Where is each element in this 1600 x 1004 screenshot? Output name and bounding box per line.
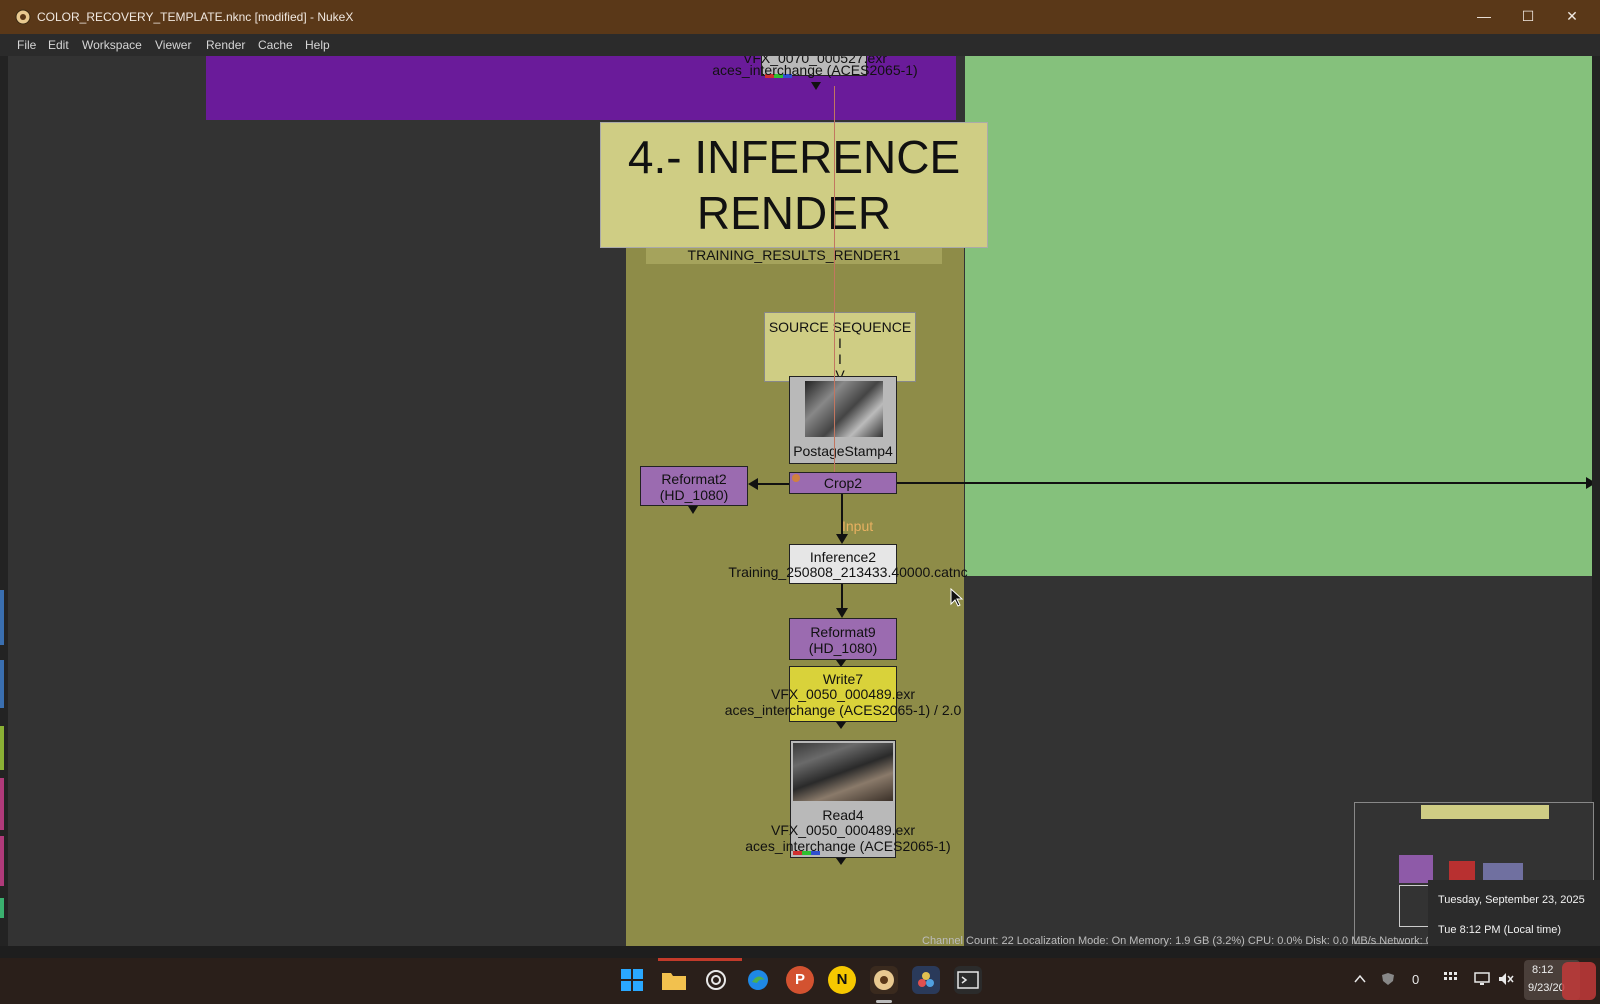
reformat9-format: (HD_1080) xyxy=(808,640,878,656)
tooltip-time: Tue 8:12 PM (Local time) xyxy=(1438,924,1562,936)
pipe-line xyxy=(834,86,835,476)
status-text: Channel Count: 22 Localization Mode: On … xyxy=(922,935,1470,947)
green-backdrop[interactable] xyxy=(965,56,1592,576)
postagestamp-label: PostageStamp4 xyxy=(793,443,893,459)
sticky-note-line1: 4.- INFERENCE xyxy=(627,131,961,183)
read4-thumbnail xyxy=(793,743,893,801)
read4-file: VFX_0050_000489.exr xyxy=(771,822,915,838)
clock-time: 8:12 xyxy=(1532,964,1554,976)
notification-icon[interactable] xyxy=(1562,962,1596,1000)
norton-icon[interactable]: N xyxy=(828,966,856,994)
maximize-button[interactable]: ☐ xyxy=(1518,8,1538,26)
windows-start-icon[interactable] xyxy=(618,966,646,994)
write-file: VFX_0050_000489.exr xyxy=(771,686,915,702)
reformat2-format: (HD_1080) xyxy=(659,487,729,503)
minimize-button[interactable]: — xyxy=(1474,8,1494,26)
backdrop-label: TRAINING_RESULTS_RENDER1 xyxy=(646,246,942,264)
minimap-sticky xyxy=(1421,805,1549,819)
nuke-app-icon xyxy=(15,9,31,25)
read4-colorspace: aces_interchange (ACES2065-1) xyxy=(745,838,951,854)
display-icon[interactable] xyxy=(1474,972,1490,989)
title-bar: COLOR_RECOVERY_TEMPLATE.nknc [modified] … xyxy=(0,0,1600,34)
speaker-muted-icon[interactable] xyxy=(1498,972,1514,989)
sticky-note-line2: RENDER xyxy=(696,187,892,239)
top-read-colorspace: aces_interchange (ACES2065-1) xyxy=(712,62,918,78)
close-button[interactable]: ✕ xyxy=(1562,8,1582,26)
active-app-indicator xyxy=(876,1000,892,1003)
chevron-up-icon[interactable] xyxy=(1354,972,1366,987)
inference-name: Inference2 xyxy=(809,549,877,565)
strip-marker-blue xyxy=(0,590,4,645)
arrow-head xyxy=(748,478,758,490)
reformat9-name: Reformat9 xyxy=(810,624,876,640)
menu-file[interactable]: File xyxy=(17,38,36,52)
postagestamp-thumbnail xyxy=(805,381,883,437)
window-title: COLOR_RECOVERY_TEMPLATE.nknc [modified] … xyxy=(37,10,354,24)
arrow-head xyxy=(688,506,698,514)
taskbar: P N 0 8:12 9/23/20 xyxy=(0,958,1600,1004)
arrow-head xyxy=(811,82,821,90)
crop-node[interactable]: Crop2 xyxy=(789,472,897,494)
pipe-line xyxy=(756,483,789,485)
pipe-line xyxy=(897,482,1592,484)
inference-model: Training_250808_213433.40000.catnc xyxy=(728,564,968,580)
menu-workspace[interactable]: Workspace xyxy=(82,38,142,52)
clock-date: 9/23/20 xyxy=(1528,982,1565,994)
file-explorer-icon[interactable] xyxy=(660,966,688,994)
reformat9-node[interactable]: Reformat9 (HD_1080) xyxy=(789,618,897,660)
menu-edit[interactable]: Edit xyxy=(48,38,69,52)
apps-grid-icon[interactable] xyxy=(1444,972,1458,989)
terminal-icon[interactable] xyxy=(954,966,982,994)
postagestamp-node[interactable]: PostageStamp4 xyxy=(789,376,897,464)
strip-marker-green xyxy=(0,726,4,770)
menu-viewer[interactable]: Viewer xyxy=(155,38,191,52)
nuke-icon[interactable] xyxy=(870,966,898,994)
arrow-head xyxy=(836,858,846,865)
sticky-note[interactable]: 4.- INFERENCE RENDER xyxy=(600,122,988,248)
source-sequence-line2: I xyxy=(838,351,842,367)
clone-indicator xyxy=(792,474,800,482)
menu-bar: File Edit Workspace Viewer Render Cache … xyxy=(0,34,1600,56)
arrow-head xyxy=(836,722,846,729)
edge-icon[interactable] xyxy=(744,966,772,994)
left-dock-strip xyxy=(0,56,8,946)
arrow-head xyxy=(836,534,848,544)
shield-icon[interactable] xyxy=(1381,972,1395,989)
mouse-cursor-icon xyxy=(950,588,964,607)
arrow-head xyxy=(836,608,848,618)
taskbar-progress xyxy=(658,958,742,961)
menu-cache[interactable]: Cache xyxy=(258,38,293,52)
input-label: Input xyxy=(842,518,874,534)
source-sequence-line1: I xyxy=(838,335,842,351)
powerpoint-icon[interactable]: P xyxy=(786,966,814,994)
read4-name: Read4 xyxy=(822,807,864,823)
menu-render[interactable]: Render xyxy=(206,38,245,52)
source-sequence-note[interactable]: SOURCE SEQUENCE I I V xyxy=(764,312,916,383)
tooltip-date: Tuesday, September 23, 2025 xyxy=(1438,894,1585,906)
menu-help[interactable]: Help xyxy=(305,38,330,52)
minimap-backdrop xyxy=(1399,855,1433,883)
strip-marker-pink-2 xyxy=(0,836,4,886)
strip-marker-blue-2 xyxy=(0,660,4,708)
clock-tooltip: Tuesday, September 23, 2025 Tue 8:12 PM … xyxy=(1428,880,1600,946)
write-name: Write7 xyxy=(822,671,864,687)
davinci-icon[interactable] xyxy=(912,966,940,994)
strip-marker-teal xyxy=(0,898,4,918)
reformat2-node[interactable]: Reformat2 (HD_1080) xyxy=(640,466,748,506)
chatgpt-icon[interactable] xyxy=(702,966,730,994)
reformat2-name: Reformat2 xyxy=(661,471,727,487)
source-sequence-title: SOURCE SEQUENCE xyxy=(768,319,912,335)
write-colorspace: aces_interchange (ACES2065-1) / 2.0 xyxy=(724,702,962,718)
strip-marker-pink xyxy=(0,778,4,830)
pipe-line xyxy=(841,584,843,610)
tray-count[interactable]: 0 xyxy=(1412,972,1419,987)
